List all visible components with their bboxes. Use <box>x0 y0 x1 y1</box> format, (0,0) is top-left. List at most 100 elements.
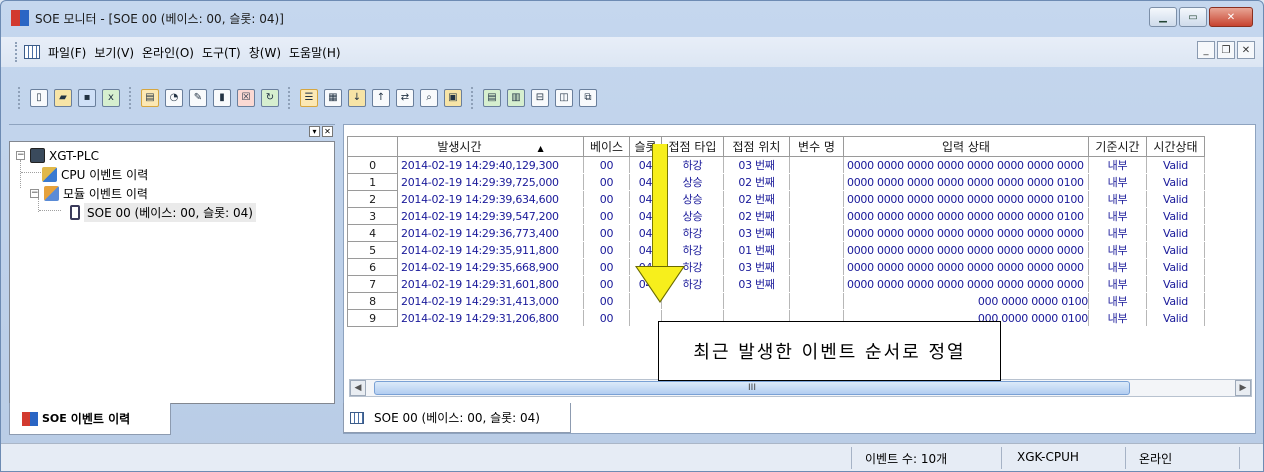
table-cell[interactable]: 0000 0000 0000 0000 0000 0000 0000 0000 <box>843 224 1089 242</box>
table-cell[interactable]: 0000 0000 0000 0000 0000 0000 0000 0100 <box>843 190 1089 208</box>
table-cell[interactable]: Valid <box>1146 224 1205 242</box>
table-cell[interactable]: 상승 <box>661 173 724 191</box>
table-cell[interactable]: 내부 <box>1088 258 1147 276</box>
horizontal-scrollbar[interactable]: ◀ III ▶ <box>349 379 1252 397</box>
find-icon[interactable]: ⌕ <box>420 89 438 107</box>
tab-soe-00-document[interactable]: SOE 00 (베이스: 00, 슬롯: 04) <box>343 403 571 433</box>
table-cell[interactable]: 내부 <box>1088 309 1147 327</box>
arrange-windows-icon[interactable]: ⧉ <box>579 89 597 107</box>
row-number-cell[interactable]: 2 <box>347 190 398 208</box>
print-preview-icon[interactable]: ◔ <box>165 89 183 107</box>
split-vertical-icon[interactable]: ◫ <box>555 89 573 107</box>
export-excel-icon[interactable]: x <box>102 89 120 107</box>
table-cell[interactable]: 내부 <box>1088 156 1147 174</box>
table-row[interactable]: 1 2014-02-19 14:29:39,725,000 00 04 상승 02 번째 0… <box>347 173 1205 191</box>
table-cell[interactable] <box>789 173 844 191</box>
table-cell[interactable]: 2014-02-19 14:29:35,911,800 <box>397 241 584 259</box>
table-cell[interactable]: 01 번째 <box>723 241 790 259</box>
table-cell[interactable]: 02 번째 <box>723 190 790 208</box>
table-cell[interactable] <box>789 156 844 174</box>
table-row[interactable]: 4 2014-02-19 14:29:36,773,400 00 04 하강 03 번째 0… <box>347 224 1205 242</box>
table-cell[interactable]: 00 <box>583 309 630 327</box>
panel-close-icon[interactable]: ✕ <box>322 126 333 137</box>
table-cell[interactable]: 상승 <box>661 190 724 208</box>
column-header-time[interactable]: 발생시간 ▲ <box>397 136 584 157</box>
table-cell[interactable]: 2014-02-19 14:29:35,668,900 <box>397 258 584 276</box>
column-header-reference-time[interactable]: 기준시간 <box>1088 136 1147 157</box>
menubar-grip[interactable] <box>15 42 18 62</box>
row-number-cell[interactable]: 4 <box>347 224 398 242</box>
row-number-cell[interactable]: 5 <box>347 241 398 259</box>
table-cell[interactable]: 내부 <box>1088 275 1147 293</box>
table-cell[interactable]: 내부 <box>1088 241 1147 259</box>
split-horizontal-icon[interactable]: ⊟ <box>531 89 549 107</box>
open-folder-icon[interactable]: ▰ <box>54 89 72 107</box>
table-cell[interactable]: 2014-02-19 14:29:39,634,600 <box>397 190 584 208</box>
table-cell[interactable]: 하강 <box>661 156 724 174</box>
table-cell[interactable]: 03 번째 <box>723 275 790 293</box>
tree-item-module-events[interactable]: − 모듈 이벤트 이력 <box>16 184 328 203</box>
column-header-variable-name[interactable]: 변수 명 <box>789 136 844 157</box>
table-cell[interactable]: 00 <box>583 292 630 310</box>
table-cell[interactable]: 03 번째 <box>723 224 790 242</box>
row-number-cell[interactable]: 7 <box>347 275 398 293</box>
mdi-restore-button[interactable]: ❐ <box>1217 41 1235 59</box>
sort-ascending-icon[interactable]: ↓ <box>348 89 366 107</box>
scroll-right-icon[interactable]: ▶ <box>1235 380 1251 396</box>
table-cell[interactable]: 0000 0000 0000 0000 0000 0000 0000 0000 <box>843 275 1089 293</box>
tree-item-soe-00[interactable]: SOE 00 (베이스: 00, 슬롯: 04) <box>16 203 328 222</box>
table-cell[interactable]: Valid <box>1146 207 1205 225</box>
tab-soe-event-history[interactable]: SOE 이벤트 이력 <box>9 403 171 435</box>
table-cell[interactable]: 내부 <box>1088 224 1147 242</box>
table-cell[interactable] <box>789 224 844 242</box>
table-cell[interactable]: Valid <box>1146 275 1205 293</box>
table-cell[interactable]: 2014-02-19 14:29:31,413,000 <box>397 292 584 310</box>
table-cell[interactable]: 02 번째 <box>723 173 790 191</box>
column-header-contact-position[interactable]: 접점 위치 <box>723 136 790 157</box>
table-row[interactable]: 8 2014-02-19 14:29:31,413,000 00 000 0000 0… <box>347 292 1205 310</box>
table-row[interactable]: 2 2014-02-19 14:29:39,634,600 00 04 상승 02 번째 0… <box>347 190 1205 208</box>
table-row[interactable]: 7 2014-02-19 14:29:31,601,800 00 04 하강 03 번째 0… <box>347 275 1205 293</box>
menu-tools[interactable]: 도구(T) <box>198 44 245 61</box>
table-cell[interactable]: 00 <box>583 190 630 208</box>
swap-icon[interactable]: ⇄ <box>396 89 414 107</box>
column-header-base[interactable]: 베이스 <box>583 136 630 157</box>
table-cell[interactable]: 2014-02-19 14:29:36,773,400 <box>397 224 584 242</box>
table-cell[interactable]: 0000 0000 0000 0000 0000 0000 0000 0100 <box>843 173 1089 191</box>
menu-file[interactable]: 파일(F) <box>44 44 90 61</box>
table-cell[interactable]: 00 <box>583 224 630 242</box>
row-number-header[interactable] <box>347 136 398 157</box>
minimize-button[interactable]: ▁ <box>1149 7 1177 27</box>
table-cell[interactable]: Valid <box>1146 258 1205 276</box>
table-cell[interactable]: 2014-02-19 14:29:39,547,200 <box>397 207 584 225</box>
table-cell[interactable]: 2014-02-19 14:29:31,206,800 <box>397 309 584 327</box>
clipboard-icon[interactable]: ▣ <box>444 89 462 107</box>
table-cell[interactable]: 03 번째 <box>723 156 790 174</box>
collapse-icon[interactable]: − <box>30 189 39 198</box>
table-cell[interactable] <box>629 309 662 327</box>
sort-descending-icon[interactable]: ↑ <box>372 89 390 107</box>
column-header-time-state[interactable]: 시간상태 <box>1146 136 1205 157</box>
refresh-icon[interactable]: ↻ <box>261 89 279 107</box>
tile-horizontal-icon[interactable]: ▤ <box>483 89 501 107</box>
table-cell[interactable]: 00 <box>583 173 630 191</box>
table-row[interactable]: 3 2014-02-19 14:29:39,547,200 00 04 상승 02 번째 0… <box>347 207 1205 225</box>
table-cell[interactable]: 내부 <box>1088 173 1147 191</box>
table-cell[interactable]: Valid <box>1146 156 1205 174</box>
table-cell[interactable] <box>789 275 844 293</box>
table-cell[interactable]: 00 <box>583 156 630 174</box>
row-number-cell[interactable]: 9 <box>347 309 398 327</box>
grid-document-icon[interactable] <box>24 45 40 59</box>
maximize-button[interactable]: ▭ <box>1179 7 1207 27</box>
scroll-left-icon[interactable]: ◀ <box>350 380 366 396</box>
table-cell[interactable]: Valid <box>1146 241 1205 259</box>
collapse-icon[interactable]: − <box>16 151 25 160</box>
tile-vertical-icon[interactable]: ▥ <box>507 89 525 107</box>
table-cell[interactable]: 내부 <box>1088 190 1147 208</box>
table-cell[interactable]: Valid <box>1146 190 1205 208</box>
list-view-icon[interactable]: ☰ <box>300 89 318 107</box>
table-cell[interactable]: 2014-02-19 14:29:39,725,000 <box>397 173 584 191</box>
clear-icon[interactable]: ☒ <box>237 89 255 107</box>
row-number-cell[interactable]: 1 <box>347 173 398 191</box>
table-cell[interactable]: 2014-02-19 14:29:40,129,300 <box>397 156 584 174</box>
